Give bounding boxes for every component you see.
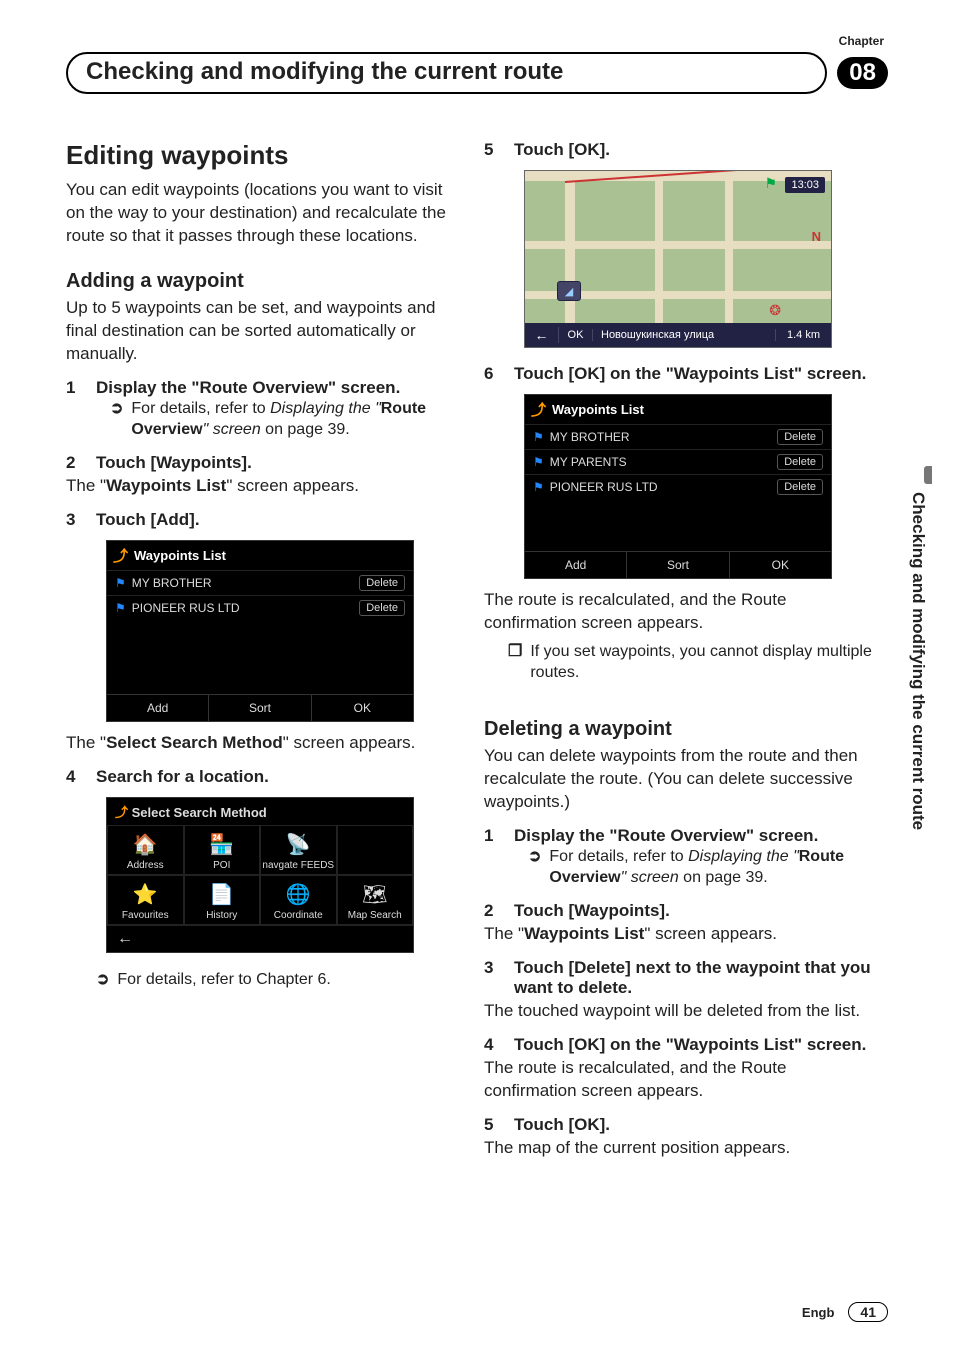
ok-button[interactable]: OK: [729, 552, 831, 578]
heading-adding-waypoint: Adding a waypoint: [66, 270, 458, 293]
time-badge: 13:03: [785, 177, 825, 193]
del-intro: You can delete waypoints from the route …: [484, 745, 876, 814]
add-step-2-result: The "Waypoints List" screen appears.: [66, 475, 458, 498]
history-button[interactable]: 📄History: [184, 875, 261, 925]
route-icon: ⤴: [115, 805, 132, 820]
navgate-feeds-button[interactable]: 📡navgate FEEDS: [260, 825, 337, 875]
page-number: 41: [848, 1302, 888, 1322]
house-icon: 🏠: [108, 832, 183, 858]
add-button[interactable]: Add: [107, 695, 208, 721]
street-name: Новошукинская улица: [593, 329, 775, 341]
del-step-5: 5Touch [OK].: [484, 1115, 876, 1135]
ok-button[interactable]: OK: [559, 329, 593, 341]
delete-button[interactable]: Delete: [777, 479, 823, 495]
delete-button[interactable]: Delete: [359, 600, 405, 616]
delete-button[interactable]: Delete: [359, 575, 405, 591]
del-step-3: 3Touch [Delete] next to the waypoint tha…: [484, 958, 876, 998]
intro-text: You can edit waypoints (locations you wa…: [66, 179, 458, 248]
view-mode-button[interactable]: ◢: [557, 281, 581, 301]
side-tab: Checking and modifying the current route: [908, 466, 932, 946]
globe-icon: 🌐: [261, 882, 336, 908]
star-icon: ⭐: [108, 882, 183, 908]
del-step-2: 2Touch [Waypoints].: [484, 901, 876, 921]
north-indicator: N: [812, 229, 821, 244]
add-step-6-result: The route is recalculated, and the Route…: [484, 589, 876, 635]
ok-button[interactable]: OK: [311, 695, 413, 721]
add-step-6: 6Touch [OK] on the "Waypoints List" scre…: [484, 364, 876, 384]
delete-button[interactable]: Delete: [777, 429, 823, 445]
flag-icon: ⚑: [533, 430, 544, 444]
screenshot-waypoints-list-2: ⤴Waypoints List ⚑MY BROTHERDelete ⚑MY PA…: [524, 394, 832, 579]
delete-button[interactable]: Delete: [777, 454, 823, 470]
add-intro: Up to 5 waypoints can be set, and waypoi…: [66, 297, 458, 366]
del-step-3-result: The touched waypoint will be deleted fro…: [484, 1000, 876, 1023]
distance-label: 1.4 km: [775, 329, 831, 341]
link-arrow-icon: ➲: [110, 398, 123, 441]
del-step-1-sub: ➲ For details, refer to Displaying the "…: [528, 846, 876, 889]
list-item[interactable]: ⚑PIONEER RUS LTDDelete: [107, 595, 413, 620]
add-step-2: 2Touch [Waypoints].: [66, 453, 458, 473]
note-icon: ❐: [508, 641, 522, 684]
coordinate-button[interactable]: 🌐Coordinate: [260, 875, 337, 925]
sort-button[interactable]: Sort: [626, 552, 728, 578]
del-step-4: 4Touch [OK] on the "Waypoints List" scre…: [484, 1035, 876, 1055]
page-footer: Engb 41: [802, 1302, 888, 1322]
list-item[interactable]: ⚑MY BROTHERDelete: [107, 570, 413, 595]
flag-icon: ⚑: [115, 601, 126, 615]
list-item[interactable]: ⚑MY BROTHERDelete: [525, 424, 831, 449]
heading-deleting-waypoint: Deleting a waypoint: [484, 718, 876, 741]
add-step-1: 1Display the "Route Overview" screen.: [66, 378, 458, 398]
empty-cell: [337, 825, 414, 875]
route-icon: ⤴: [531, 399, 546, 420]
back-button[interactable]: ←: [525, 327, 559, 343]
route-icon: ⤴: [113, 545, 128, 566]
map-icon: 🗺: [338, 882, 413, 908]
add-step-4: 4Search for a location.: [66, 767, 458, 787]
poi-button[interactable]: 🏪POI: [184, 825, 261, 875]
poi-icon: 🏪: [185, 832, 260, 858]
sort-button[interactable]: Sort: [208, 695, 310, 721]
flag-icon: ⚑: [764, 175, 777, 192]
del-step-2-result: The "Waypoints List" screen appears.: [484, 923, 876, 946]
history-icon: 📄: [185, 882, 260, 908]
header-title: Checking and modifying the current route: [66, 52, 827, 94]
del-step-1: 1Display the "Route Overview" screen.: [484, 826, 876, 846]
destination-icon: ❂: [769, 302, 781, 319]
list-item[interactable]: ⚑PIONEER RUS LTDDelete: [525, 474, 831, 499]
add-step-5: 5Touch [OK].: [484, 140, 876, 160]
link-arrow-icon: ➲: [96, 969, 109, 991]
add-step-1-sub: ➲ For details, refer to Displaying the "…: [110, 398, 458, 441]
add-step-3: 3Touch [Add].: [66, 510, 458, 530]
favourites-button[interactable]: ⭐Favourites: [107, 875, 184, 925]
header-bar: Checking and modifying the current route…: [66, 52, 888, 94]
address-button[interactable]: 🏠Address: [107, 825, 184, 875]
heading-editing-waypoints: Editing waypoints: [66, 140, 458, 171]
flag-icon: ⚑: [533, 455, 544, 469]
flag-icon: ⚑: [533, 480, 544, 494]
feeds-icon: 📡: [261, 832, 336, 858]
screenshot-map: 13:03 ⚑ N ◢ ❂ ← OK Новошукинская улица 1…: [524, 170, 832, 348]
screenshot-select-search-method: ⤴ Select Search Method 🏠Address 🏪POI 📡na…: [106, 797, 414, 953]
add-note: ❐ If you set waypoints, you cannot displ…: [508, 641, 876, 684]
screenshot-waypoints-list-1: ⤴Waypoints List ⚑MY BROTHERDelete ⚑PIONE…: [106, 540, 414, 722]
add-step-3-result: The "Select Search Method" screen appear…: [66, 732, 458, 755]
add-step-4-sub: ➲ For details, refer to Chapter 6.: [96, 969, 458, 991]
list-item[interactable]: ⚑MY PARENTSDelete: [525, 449, 831, 474]
back-button[interactable]: ←: [107, 925, 413, 952]
chapter-number: 08: [837, 57, 888, 89]
link-arrow-icon: ➲: [528, 846, 541, 889]
flag-icon: ⚑: [115, 576, 126, 590]
map-search-button[interactable]: 🗺Map Search: [337, 875, 414, 925]
add-button[interactable]: Add: [525, 552, 626, 578]
chapter-label: Chapter: [839, 34, 884, 48]
del-step-5-result: The map of the current position appears.: [484, 1137, 876, 1160]
del-step-4-result: The route is recalculated, and the Route…: [484, 1057, 876, 1103]
